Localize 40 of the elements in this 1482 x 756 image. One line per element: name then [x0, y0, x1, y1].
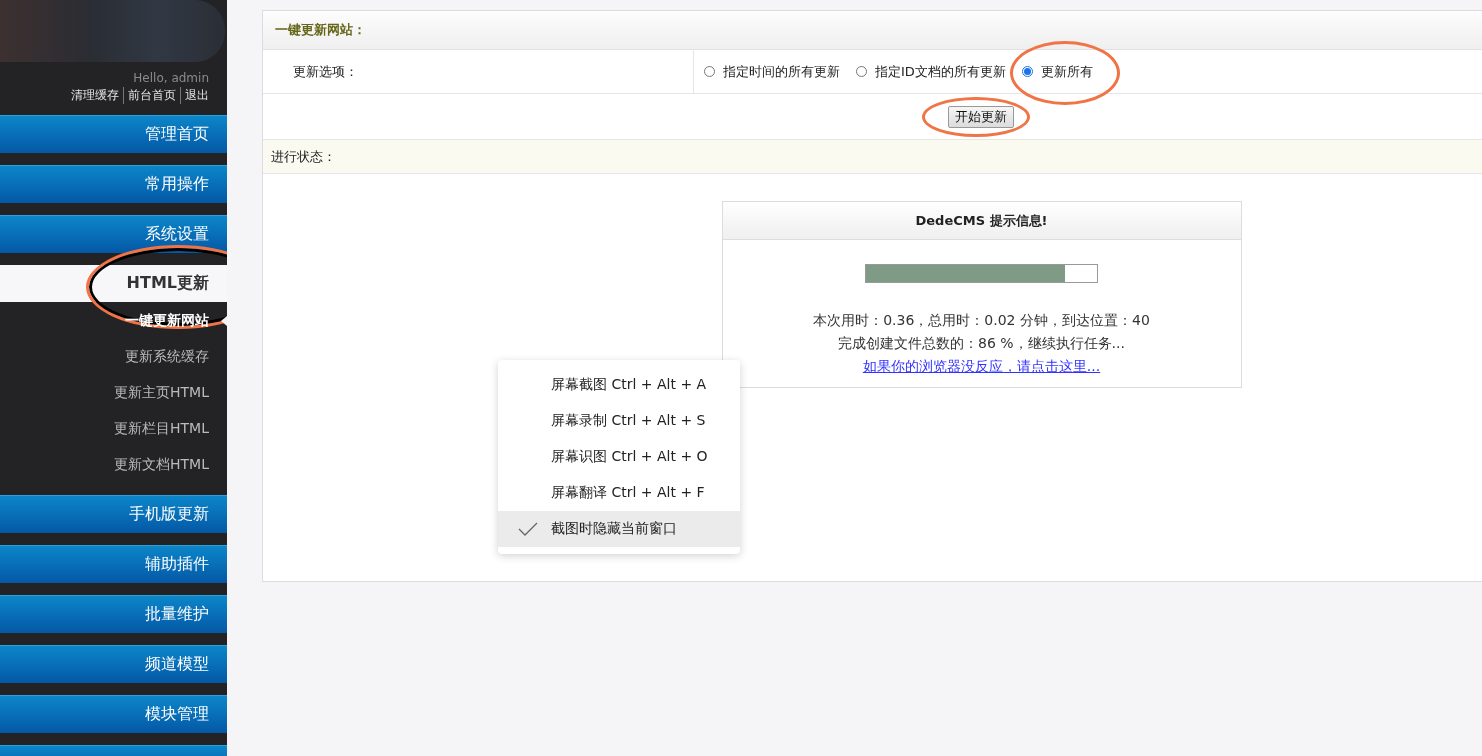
status-text: 本次用时：0.36，总用时：0.02 分钟，到达位置：40 [813, 311, 1150, 330]
radio-label[interactable]: 指定ID文档的所有更新 [875, 62, 1006, 81]
submenu-item[interactable]: 更新栏目HTML [0, 411, 227, 447]
menu-item[interactable]: 屏幕识图 Ctrl + Alt + O [498, 439, 740, 475]
sidebar-menu-item[interactable]: 模块管理 [0, 695, 227, 733]
panel-title: 一键更新网站： [263, 11, 1482, 50]
status-label: 进行状态： [263, 140, 1482, 174]
radio-icon[interactable] [1021, 66, 1033, 77]
header-link[interactable]: 退出 [180, 87, 209, 104]
menu-item[interactable]: 截图时隐藏当前窗口 [498, 511, 740, 547]
menu-item-label: 屏幕截图 Ctrl + Alt + A [551, 376, 707, 394]
radio-label[interactable]: 指定时间的所有更新 [723, 62, 840, 81]
sidebar-menu-item[interactable]: 常用操作 [0, 165, 227, 203]
radio-label[interactable]: 更新所有 [1040, 62, 1093, 81]
sidebar-menu-item[interactable]: 辅助插件 [0, 545, 227, 583]
sidebar-menu-item[interactable]: 手机版更新 [0, 495, 227, 533]
status-text: 完成创建文件总数的：86 %，继续执行任务... [838, 334, 1125, 353]
menu-item-label: 截图时隐藏当前窗口 [551, 520, 677, 538]
menu-item-label: 屏幕录制 Ctrl + Alt + S [551, 412, 706, 430]
menu-item-label: 屏幕识图 Ctrl + Alt + O [551, 448, 708, 466]
menu-item[interactable]: 屏幕截图 Ctrl + Alt + A [498, 367, 740, 403]
continue-link[interactable]: 如果你的浏览器没反应，请点击这里... [862, 355, 1101, 377]
header-link[interactable]: 清理缓存 [71, 87, 123, 104]
header-link[interactable]: 前台首页 [123, 87, 180, 104]
submenu-item[interactable]: 更新文档HTML [0, 447, 227, 483]
menu-item[interactable]: 屏幕翻译 Ctrl + Alt + F [498, 475, 740, 511]
start-update-button[interactable]: 开始更新 [948, 105, 1014, 128]
radio-icon[interactable] [704, 66, 715, 77]
option-label: 更新选项： [293, 62, 358, 81]
submenu-item[interactable]: 更新主页HTML [0, 375, 227, 411]
sidebar-menu-item[interactable]: HTML更新 [0, 265, 227, 302]
sidebar-menu-item[interactable]: 系统设置 [0, 215, 227, 253]
sidebar-menu-item[interactable]: 批量维护 [0, 595, 227, 633]
submenu-item[interactable]: 更新系统缓存 [0, 339, 227, 375]
radio-icon[interactable] [856, 66, 867, 77]
sidebar-menu-item[interactable]: 频道模型 [0, 645, 227, 683]
menu-item[interactable]: 屏幕录制 Ctrl + Alt + S [498, 403, 740, 439]
sidebar-menu-item[interactable]: 管理首页 [0, 115, 227, 153]
menu-item-label: 屏幕翻译 Ctrl + Alt + F [551, 484, 705, 502]
greeting-text: Hello, admin [133, 70, 209, 87]
